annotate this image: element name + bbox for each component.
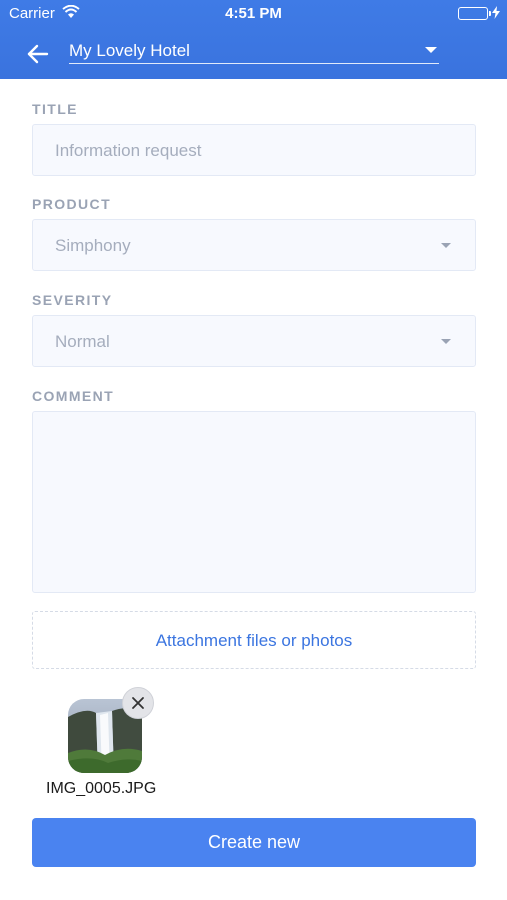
attachment-filename: IMG_0005.JPG [46, 780, 157, 797]
battery-cap [489, 11, 491, 16]
status-time: 4:51 PM [225, 5, 282, 22]
hotel-name: My Lovely Hotel [69, 41, 190, 60]
create-new-button[interactable]: Create new [32, 818, 476, 867]
back-button[interactable] [26, 42, 52, 66]
charging-bolt-icon [492, 6, 500, 23]
app-header: Carrier 4:51 PM My Lovely Hotel [0, 0, 507, 79]
caret-down-icon [425, 47, 437, 53]
caret-down-icon [441, 339, 451, 344]
severity-value: Normal [55, 332, 110, 351]
hotel-selector[interactable]: My Lovely Hotel [69, 38, 439, 64]
status-bar: Carrier 4:51 PM [0, 0, 507, 28]
severity-select[interactable]: Normal [32, 315, 476, 367]
attachment-button[interactable]: Attachment files or photos [32, 611, 476, 669]
product-label: PRODUCT [32, 196, 112, 212]
attachment-label: Attachment files or photos [155, 631, 353, 650]
caret-down-icon [441, 243, 451, 248]
comment-textarea[interactable] [32, 411, 476, 593]
arrow-left-icon [27, 44, 49, 64]
close-icon [132, 697, 144, 709]
title-placeholder: Information request [55, 141, 202, 160]
product-select[interactable]: Simphony [32, 219, 476, 271]
remove-attachment-button[interactable] [122, 687, 154, 719]
comment-label: COMMENT [32, 388, 115, 404]
battery-icon [458, 7, 488, 20]
severity-label: SEVERITY [32, 292, 113, 308]
title-label: TITLE [32, 101, 78, 117]
product-value: Simphony [55, 236, 131, 255]
title-input[interactable]: Information request [32, 124, 476, 176]
